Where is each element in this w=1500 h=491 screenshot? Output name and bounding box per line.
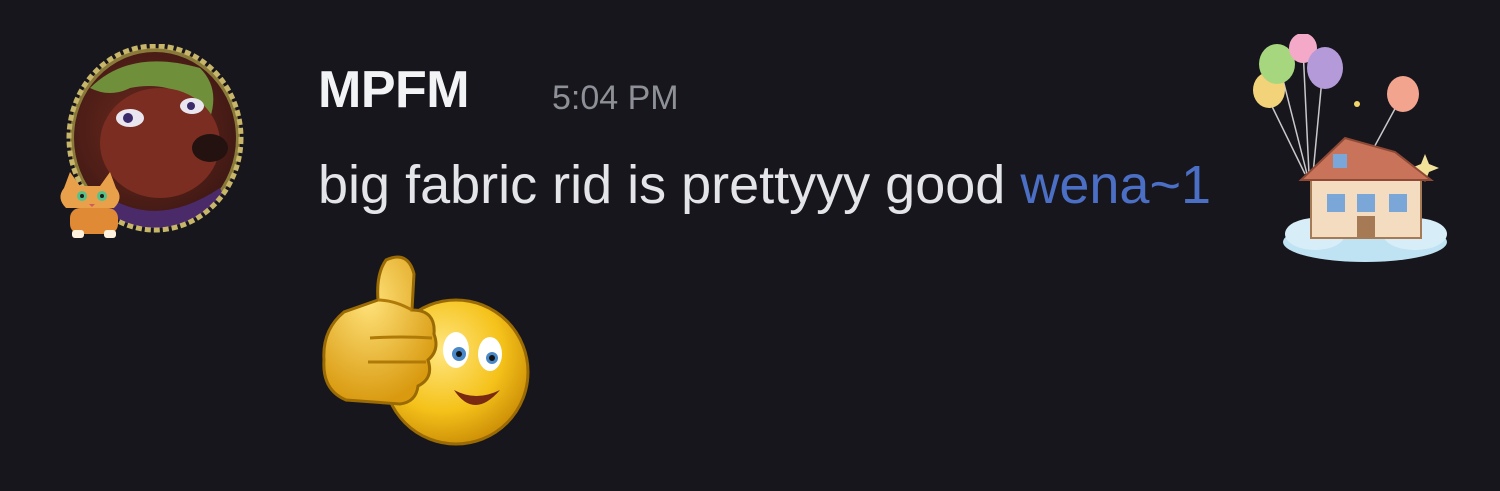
chat-message: MPFM 5:04 PM big fabric rid is prettyyy … bbox=[0, 0, 1500, 491]
user-tag: wena~1 bbox=[1020, 155, 1212, 215]
thumbs-up-emoji-icon[interactable] bbox=[316, 250, 536, 455]
avatar[interactable] bbox=[52, 44, 248, 244]
message-author[interactable]: MPFM bbox=[318, 60, 470, 120]
message-timestamp: 5:04 PM bbox=[552, 79, 679, 117]
message-content: big fabric rid is prettyyy good wena~1 bbox=[318, 152, 1211, 218]
balloons-icon bbox=[1253, 34, 1447, 262]
message-text: big fabric rid is prettyyy good bbox=[318, 155, 1006, 215]
cat-icon bbox=[60, 44, 244, 238]
